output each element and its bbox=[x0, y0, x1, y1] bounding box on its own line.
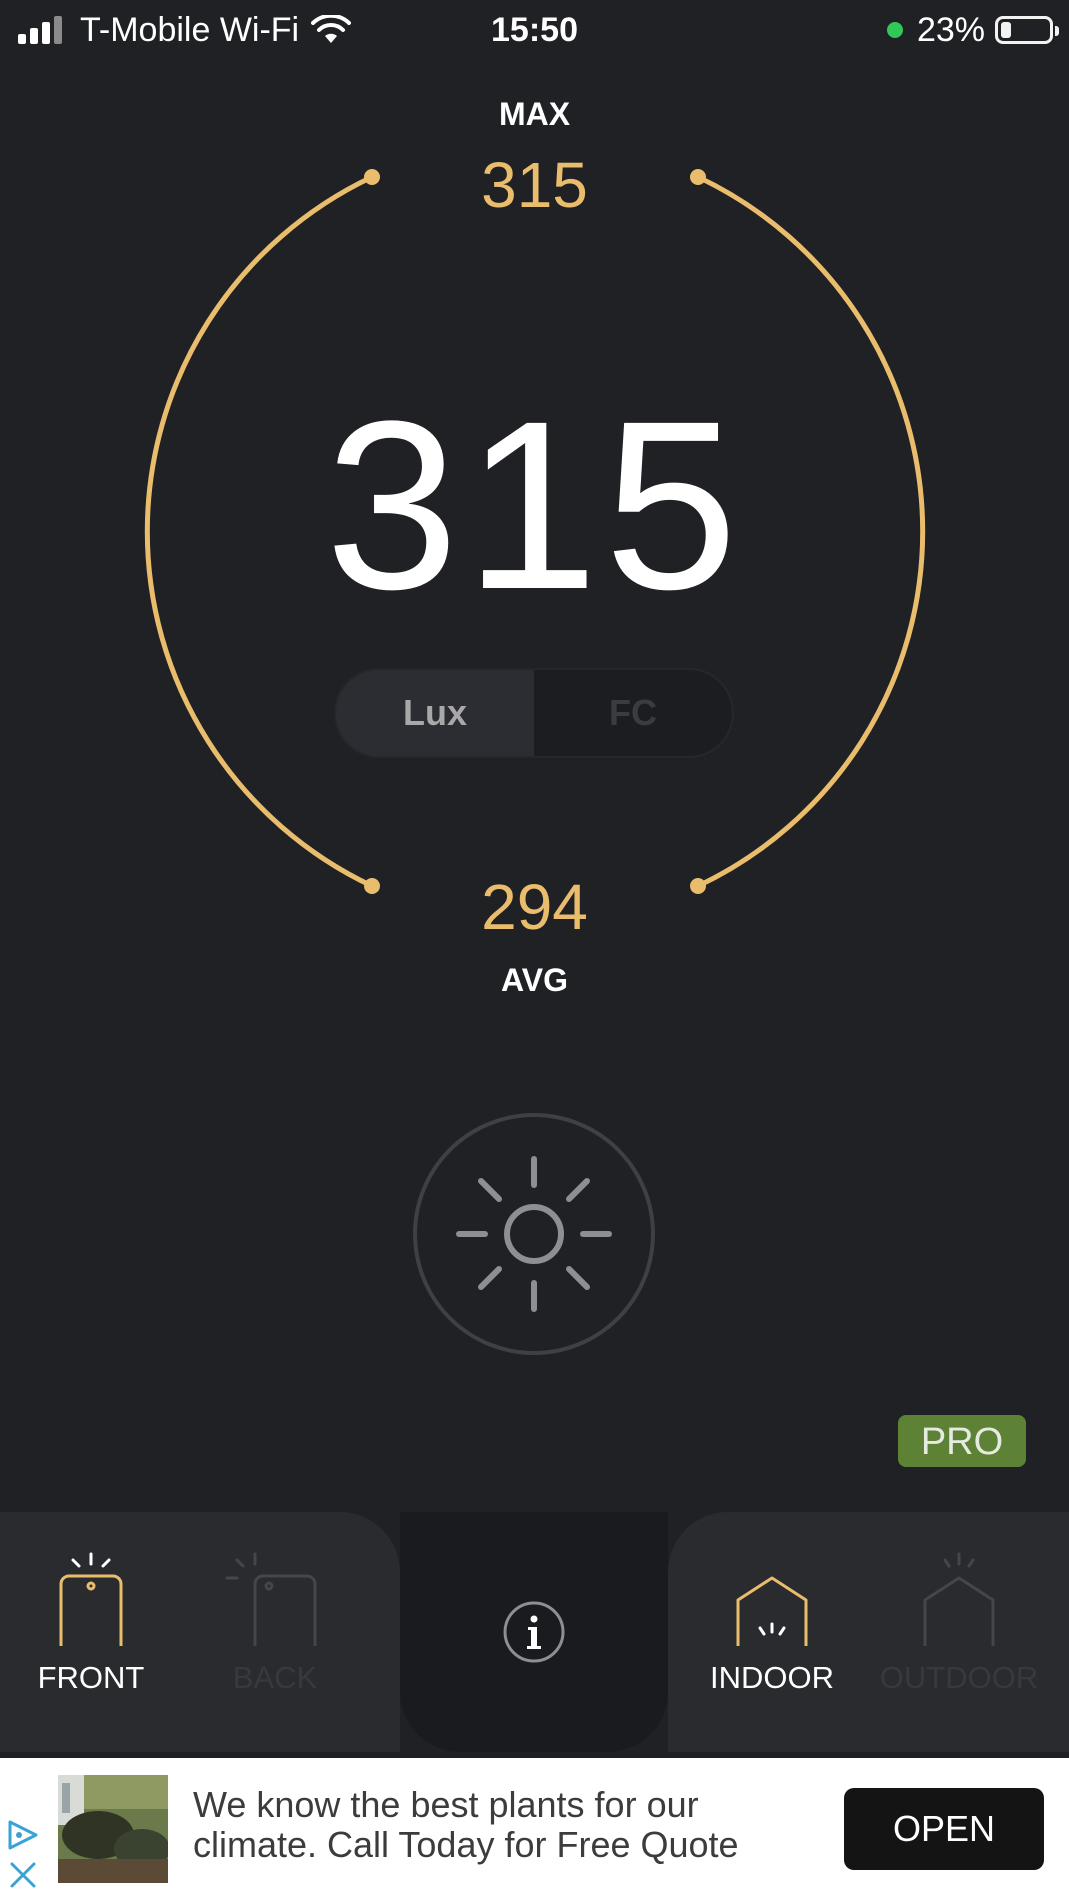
unit-lux-button[interactable]: Lux bbox=[336, 670, 534, 756]
back-sensor-button[interactable]: BACK bbox=[185, 1552, 365, 1696]
indoor-mode-button[interactable]: INDOOR bbox=[682, 1552, 862, 1696]
close-icon[interactable] bbox=[8, 1860, 38, 1890]
avg-label: AVG bbox=[501, 962, 568, 998]
ad-text[interactable]: We know the best plants for our climate.… bbox=[193, 1785, 813, 1865]
measure-light-button[interactable] bbox=[413, 1113, 655, 1355]
adchoices-icon[interactable] bbox=[6, 1818, 40, 1852]
unit-fc-button[interactable]: FC bbox=[534, 670, 732, 756]
unit-toggle: Lux FC bbox=[334, 668, 734, 758]
max-value: 315 bbox=[481, 149, 588, 221]
ad-open-button[interactable]: OPEN bbox=[844, 1788, 1044, 1870]
ad-image[interactable] bbox=[58, 1775, 168, 1883]
pro-upgrade-button[interactable]: PRO bbox=[898, 1415, 1026, 1467]
avg-value: 294 bbox=[481, 871, 588, 943]
front-sensor-label: FRONT bbox=[37, 1660, 145, 1695]
outdoor-mode-button[interactable]: OUTDOOR bbox=[869, 1552, 1049, 1696]
max-label: MAX bbox=[498, 96, 571, 132]
phone-back-icon bbox=[225, 1552, 317, 1646]
house-indoor-icon bbox=[736, 1576, 808, 1646]
front-sensor-button[interactable]: FRONT bbox=[1, 1552, 181, 1696]
back-sensor-label: BACK bbox=[232, 1660, 318, 1695]
info-button[interactable] bbox=[502, 1600, 566, 1669]
phone-front-icon bbox=[59, 1552, 123, 1646]
outdoor-mode-label: OUTDOOR bbox=[879, 1660, 1039, 1695]
info-icon bbox=[503, 1601, 565, 1663]
current-lux-reading: 315 bbox=[325, 371, 744, 639]
sun-icon bbox=[456, 1156, 612, 1312]
indoor-mode-label: INDOOR bbox=[710, 1660, 834, 1695]
house-outdoor-icon bbox=[923, 1552, 995, 1646]
